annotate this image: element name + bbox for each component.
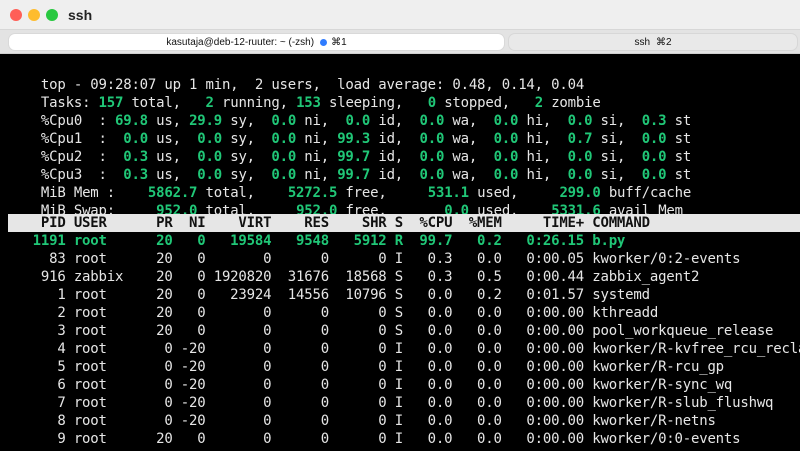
process-table-header: PID USER PR NI VIRT RES SHR S %CPU %MEM … — [8, 215, 650, 231]
window-titlebar: ssh — [0, 0, 800, 30]
process-row: 1191 root 20 0 19584 9548 5912 R 99.7 0.… — [8, 233, 626, 249]
tab-1-shortcut: ⌘1 — [331, 36, 347, 48]
process-row: 7 root 0 -20 0 0 0 I 0.0 0.0 0:00.00 kwo… — [8, 395, 774, 411]
activity-dot-icon — [320, 38, 328, 46]
window-title: ssh — [68, 7, 93, 23]
process-row: 916 zabbix 20 0 1920820 31676 18568 S 0.… — [8, 269, 700, 285]
process-row: 1 root 20 0 23924 14556 10796 S 0.0 0.2 … — [8, 287, 650, 303]
tab-2-label: ssh — [634, 36, 650, 48]
terminal[interactable]: top - 09:28:07 up 1 min, 2 users, load a… — [0, 54, 800, 451]
tab-2-shortcut: ⌘2 — [656, 36, 672, 48]
process-row: 83 root 20 0 0 0 0 I 0.3 0.0 0:00.05 kwo… — [8, 251, 741, 267]
process-row: 2 root 20 0 0 0 0 S 0.0 0.0 0:00.00 kthr… — [8, 305, 659, 321]
zoom-window-icon[interactable] — [46, 9, 58, 21]
process-row: 4 root 0 -20 0 0 0 I 0.0 0.0 0:00.00 kwo… — [8, 341, 800, 357]
process-row: 6 root 0 -20 0 0 0 I 0.0 0.0 0:00.00 kwo… — [8, 377, 733, 393]
process-row: 9 root 20 0 0 0 0 I 0.0 0.0 0:00.00 kwor… — [8, 431, 741, 447]
close-window-icon[interactable] — [10, 9, 22, 21]
process-row: 5 root 0 -20 0 0 0 I 0.0 0.0 0:00.00 kwo… — [8, 359, 724, 375]
process-row: 8 root 0 -20 0 0 0 I 0.0 0.0 0:00.00 kwo… — [8, 413, 716, 429]
minimize-window-icon[interactable] — [28, 9, 40, 21]
tab-1-label: kasutaja@deb-12-ruuter: ~ (-zsh) — [166, 36, 315, 48]
tab-1[interactable]: kasutaja@deb-12-ruuter: ~ (-zsh) ⌘1 — [8, 33, 505, 51]
process-row: 3 root 20 0 0 0 0 S 0.0 0.0 0:00.00 pool… — [8, 323, 774, 339]
tab-2[interactable]: ssh ⌘2 — [508, 33, 798, 51]
tab-bar: kasutaja@deb-12-ruuter: ~ (-zsh) ⌘1 ssh … — [0, 30, 800, 54]
